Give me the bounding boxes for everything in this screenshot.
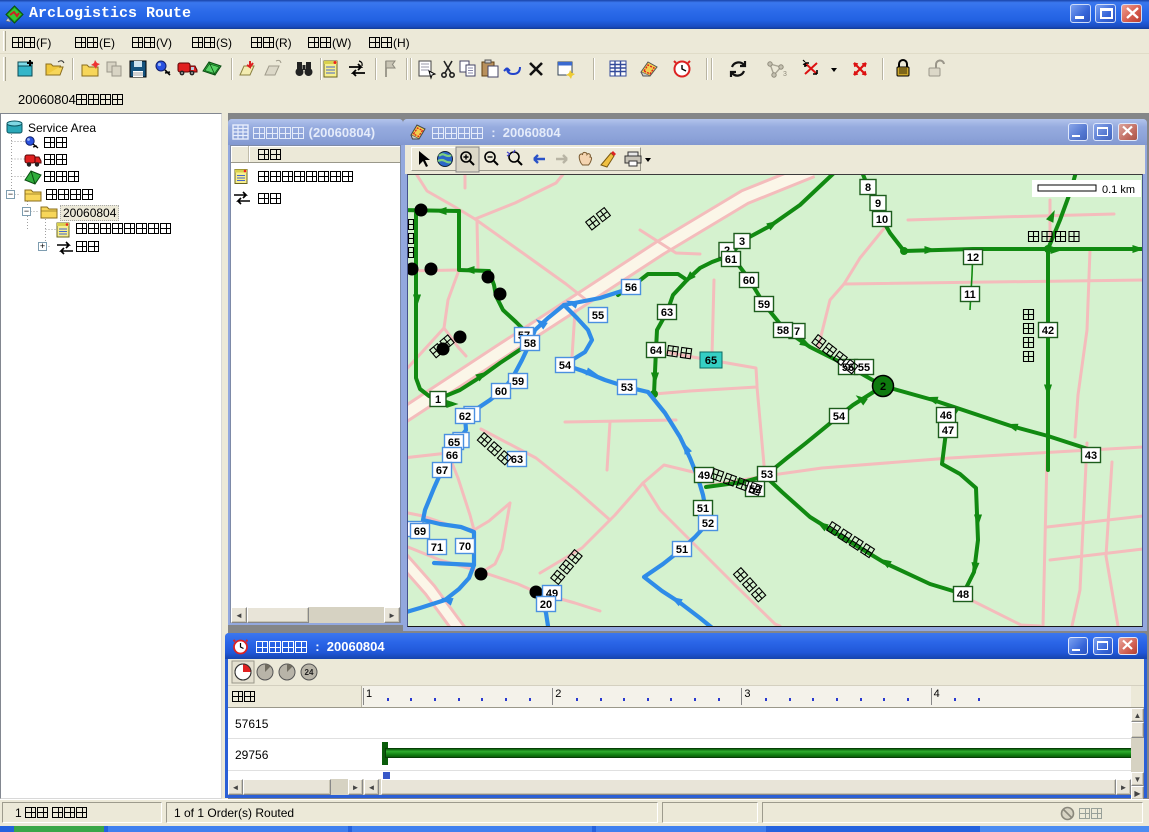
svg-text:3: 3	[783, 71, 787, 78]
svg-text:24: 24	[305, 668, 314, 677]
